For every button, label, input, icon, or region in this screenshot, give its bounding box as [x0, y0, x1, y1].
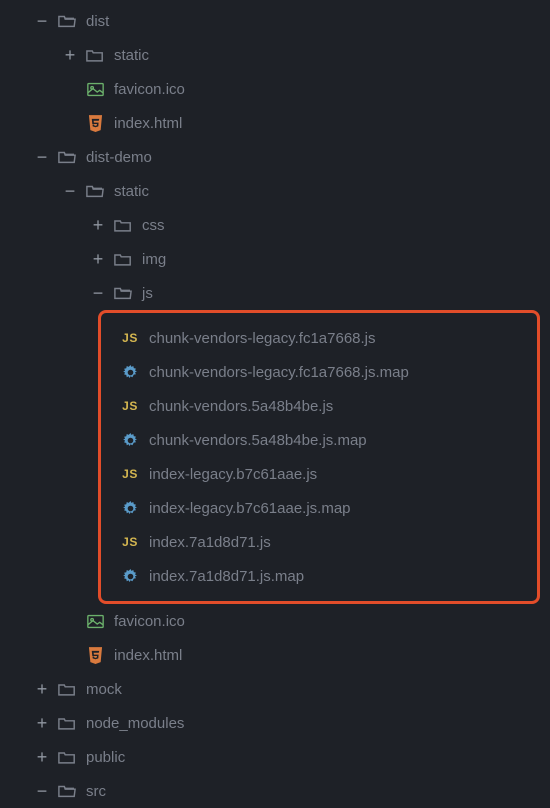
file-tree: dist static favicon.ico index.html dist-…	[0, 0, 550, 808]
folder-icon	[84, 48, 106, 63]
expand-icon[interactable]	[28, 680, 56, 698]
file-row-map[interactable]: chunk-vendors-legacy.fc1a7668.js.map	[101, 355, 537, 389]
folder-label: mock	[86, 682, 122, 697]
file-label: chunk-vendors.5a48b4be.js	[149, 399, 333, 414]
collapse-icon[interactable]	[28, 148, 56, 166]
folder-label: js	[142, 286, 153, 301]
expand-icon[interactable]	[84, 250, 112, 268]
folder-open-icon	[112, 285, 134, 301]
folder-row-img[interactable]: img	[0, 242, 550, 276]
file-row-favicon[interactable]: favicon.ico	[0, 72, 550, 106]
folder-icon	[56, 682, 78, 697]
expand-icon[interactable]	[84, 216, 112, 234]
highlighted-js-files: JS chunk-vendors-legacy.fc1a7668.js chun…	[98, 310, 540, 604]
folder-row-js[interactable]: js	[0, 276, 550, 310]
file-row-favicon[interactable]: favicon.ico	[0, 604, 550, 638]
gear-icon	[119, 569, 141, 584]
js-icon: JS	[119, 536, 141, 548]
folder-label: css	[142, 218, 165, 233]
file-label: favicon.ico	[114, 82, 185, 97]
file-label: chunk-vendors-legacy.fc1a7668.js.map	[149, 365, 409, 380]
file-label: index-legacy.b7c61aae.js	[149, 467, 317, 482]
folder-label: static	[114, 48, 149, 63]
folder-icon	[56, 750, 78, 765]
folder-label: dist-demo	[86, 150, 152, 165]
folder-row-public[interactable]: public	[0, 740, 550, 774]
collapse-icon[interactable]	[28, 782, 56, 800]
file-row-map[interactable]: index-legacy.b7c61aae.js.map	[101, 491, 537, 525]
folder-label: node_modules	[86, 716, 184, 731]
file-row-js[interactable]: JS index.7a1d8d71.js	[101, 525, 537, 559]
expand-icon[interactable]	[56, 46, 84, 64]
folder-icon	[56, 716, 78, 731]
folder-label: static	[114, 184, 149, 199]
gear-icon	[119, 433, 141, 448]
html-icon	[84, 647, 106, 664]
folder-label: img	[142, 252, 166, 267]
file-label: index.7a1d8d71.js.map	[149, 569, 304, 584]
collapse-icon[interactable]	[56, 182, 84, 200]
folder-open-icon	[84, 183, 106, 199]
folder-icon	[112, 252, 134, 267]
html-icon	[84, 115, 106, 132]
folder-label: dist	[86, 14, 109, 29]
folder-row-node-modules[interactable]: node_modules	[0, 706, 550, 740]
file-label: favicon.ico	[114, 614, 185, 629]
expand-icon[interactable]	[28, 748, 56, 766]
folder-row-css[interactable]: css	[0, 208, 550, 242]
file-label: index.html	[114, 648, 182, 663]
folder-row-static[interactable]: static	[0, 174, 550, 208]
collapse-icon[interactable]	[84, 284, 112, 302]
folder-row-dist-demo[interactable]: dist-demo	[0, 140, 550, 174]
js-icon: JS	[119, 332, 141, 344]
file-row-js[interactable]: JS index-legacy.b7c61aae.js	[101, 457, 537, 491]
folder-row-src[interactable]: src	[0, 774, 550, 808]
file-row-index-html[interactable]: index.html	[0, 106, 550, 140]
folder-row-dist[interactable]: dist	[0, 4, 550, 38]
file-label: index-legacy.b7c61aae.js.map	[149, 501, 351, 516]
gear-icon	[119, 365, 141, 380]
file-row-map[interactable]: chunk-vendors.5a48b4be.js.map	[101, 423, 537, 457]
file-label: chunk-vendors-legacy.fc1a7668.js	[149, 331, 376, 346]
folder-row-static[interactable]: static	[0, 38, 550, 72]
folder-open-icon	[56, 13, 78, 29]
folder-open-icon	[56, 149, 78, 165]
expand-icon[interactable]	[28, 714, 56, 732]
file-label: chunk-vendors.5a48b4be.js.map	[149, 433, 367, 448]
file-label: index.7a1d8d71.js	[149, 535, 271, 550]
image-icon	[84, 82, 106, 97]
file-row-map[interactable]: index.7a1d8d71.js.map	[101, 559, 537, 593]
file-row-js[interactable]: JS chunk-vendors-legacy.fc1a7668.js	[101, 321, 537, 355]
folder-label: src	[86, 784, 106, 799]
folder-open-icon	[56, 783, 78, 799]
file-row-index-html[interactable]: index.html	[0, 638, 550, 672]
folder-row-mock[interactable]: mock	[0, 672, 550, 706]
file-row-js[interactable]: JS chunk-vendors.5a48b4be.js	[101, 389, 537, 423]
collapse-icon[interactable]	[28, 12, 56, 30]
file-label: index.html	[114, 116, 182, 131]
folder-label: public	[86, 750, 125, 765]
folder-icon	[112, 218, 134, 233]
js-icon: JS	[119, 468, 141, 480]
js-icon: JS	[119, 400, 141, 412]
image-icon	[84, 614, 106, 629]
gear-icon	[119, 501, 141, 516]
